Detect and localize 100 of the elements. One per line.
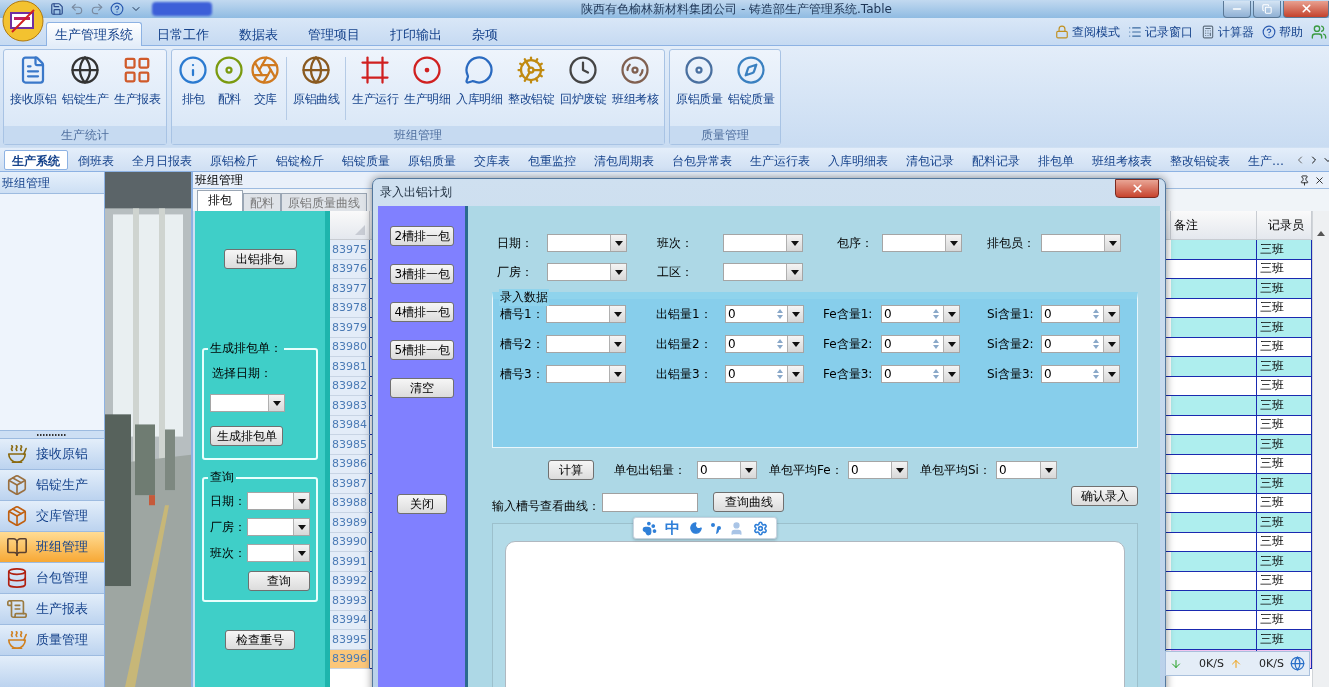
column-header[interactable]: 备注 [1171, 211, 1257, 240]
action-button[interactable]: 3槽排一包 [389, 264, 454, 284]
close-icon[interactable] [1314, 174, 1325, 186]
document-tab[interactable]: 包重监控 [520, 149, 584, 170]
moon-icon[interactable] [688, 521, 703, 535]
document-tab[interactable]: 生产系统 [4, 149, 68, 170]
action-button[interactable]: 清空 [389, 378, 454, 398]
toolbar-link[interactable]: 计算器 [1218, 23, 1254, 41]
row-number-cell[interactable]: 83992 [330, 571, 370, 591]
document-tab[interactable]: 清包记录 [898, 149, 962, 170]
document-tab[interactable]: 全月日报表 [124, 149, 200, 170]
dropdown-field[interactable] [210, 394, 285, 412]
ribbon-button[interactable]: 生产运行 [349, 53, 401, 110]
spin-field[interactable]: 0 [1041, 335, 1120, 353]
pin-icon[interactable] [1299, 174, 1310, 186]
dropdown-field[interactable] [247, 518, 310, 536]
spin-field[interactable]: 0 [881, 305, 960, 323]
document-tab[interactable]: 交库表 [466, 149, 518, 170]
row-number-cell[interactable]: 83989 [330, 513, 370, 533]
close-button[interactable] [1115, 179, 1159, 198]
grip-icon[interactable] [37, 433, 67, 436]
ribbon-button[interactable]: 回炉废锭 [557, 53, 609, 110]
ribbon-button[interactable]: 原铝质量 [673, 53, 725, 110]
dropdown-field[interactable] [882, 234, 962, 252]
logo-icon[interactable] [2, 0, 44, 42]
action-button[interactable]: 4槽排一包 [389, 302, 454, 322]
row-number-cell[interactable]: 83986 [330, 454, 370, 474]
document-tab[interactable]: 排包单 [1030, 149, 1082, 170]
check-button[interactable]: 检查重号 [225, 630, 295, 650]
ribbon-button[interactable]: 交库 [247, 53, 283, 110]
redo-icon[interactable] [90, 2, 104, 16]
document-tab[interactable]: 入库明细表 [820, 149, 896, 170]
ribbon-tab[interactable]: 数据表 [224, 22, 293, 46]
scroll-up-icon[interactable] [1317, 231, 1325, 236]
paw-icon[interactable] [642, 520, 658, 536]
row-number-cell[interactable]: 83995 [330, 630, 370, 650]
row-number-cell[interactable]: 83990 [330, 532, 370, 552]
action-button[interactable]: 2槽排一包 [389, 226, 454, 246]
dropdown-field[interactable]: 0 [848, 461, 908, 479]
settings-icon[interactable] [752, 520, 768, 536]
action-button[interactable]: 5槽排一包 [389, 340, 454, 360]
scrollbar[interactable] [1312, 211, 1329, 687]
ribbon-tab[interactable]: 日常工作 [142, 22, 224, 46]
minimize-button[interactable] [1223, 0, 1251, 18]
row-number-cell[interactable]: 83976 [330, 259, 370, 279]
spin-field[interactable]: 0 [725, 365, 804, 383]
dropdown-field[interactable] [723, 234, 803, 252]
document-tab[interactable]: 班组考核表 [1084, 149, 1160, 170]
spin-field[interactable]: 0 [881, 365, 960, 383]
row-number-cell[interactable]: 83982 [330, 376, 370, 396]
nav-item[interactable]: 班组管理 [0, 531, 104, 562]
ribbon-button[interactable]: 排包 [175, 53, 211, 110]
row-number-cell[interactable]: 83984 [330, 415, 370, 435]
row-number-cell[interactable]: 83991 [330, 552, 370, 572]
toolbar-link[interactable]: 帮助 [1279, 23, 1303, 41]
document-tab[interactable]: 原铝质量 [400, 149, 464, 170]
calculate-button[interactable]: 计算 [548, 460, 594, 480]
ribbon-button[interactable]: 入库明细 [453, 53, 505, 110]
ribbon-tab[interactable]: 管理项目 [293, 22, 375, 46]
row-number-cell[interactable]: 83994 [330, 610, 370, 630]
query-curve-button[interactable]: 查询曲线 [713, 492, 784, 512]
document-tab[interactable]: 原铝检斤 [202, 149, 266, 170]
row-number-cell[interactable]: 83979 [330, 318, 370, 338]
nav-item[interactable]: 台包管理 [0, 562, 104, 593]
document-tab[interactable]: 整改铝锭表 [1162, 149, 1238, 170]
row-number-cell[interactable]: 83988 [330, 493, 370, 513]
row-number-cell[interactable]: 83985 [330, 435, 370, 455]
spin-field[interactable]: 0 [1041, 305, 1120, 323]
undo-icon[interactable] [70, 2, 84, 16]
panel-tab[interactable]: 原铝质量曲线 [281, 193, 367, 211]
ribbon-button[interactable]: 原铝曲线 [290, 53, 342, 110]
punctuation-icon[interactable] [711, 522, 722, 534]
ribbon-button[interactable]: 生产报表 [111, 53, 163, 110]
ribbon-button[interactable]: 配料 [211, 53, 247, 110]
toolbar-link[interactable]: 查阅模式 [1072, 23, 1120, 41]
globe-icon[interactable] [1290, 656, 1305, 671]
close-dialog-button[interactable]: 关闭 [396, 494, 447, 514]
ribbon-button[interactable]: 生产明细 [401, 53, 453, 110]
nav-item[interactable]: 交库管理 [0, 500, 104, 531]
dropdown-field[interactable] [547, 263, 627, 281]
ribbon-button[interactable]: 接收原铝 [7, 53, 59, 110]
document-tab[interactable]: 生产运行表 [742, 149, 818, 170]
nav-item[interactable]: 生产报表 [0, 593, 104, 624]
dropdown-field[interactable] [546, 305, 626, 323]
ribbon-button[interactable]: 整改铝锭 [505, 53, 557, 110]
save-icon[interactable] [50, 2, 64, 16]
row-number-cell[interactable]: 83987 [330, 474, 370, 494]
row-number-cell[interactable]: 83978 [330, 298, 370, 318]
document-tab[interactable]: 清包周期表 [586, 149, 662, 170]
spin-field[interactable]: 0 [725, 305, 804, 323]
generate-button[interactable]: 生成排包单 [210, 426, 283, 446]
dropdown-field[interactable] [546, 365, 626, 383]
document-tab[interactable]: 台包异常表 [664, 149, 740, 170]
row-number-cell[interactable]: 83975 [330, 240, 370, 260]
spin-field[interactable]: 0 [1041, 365, 1120, 383]
input-mode-toggle[interactable]: 中 [665, 518, 681, 538]
query-button[interactable]: 查询 [248, 571, 310, 591]
row-number-cell[interactable]: 83980 [330, 337, 370, 357]
document-tab[interactable]: 生产… [1240, 149, 1292, 170]
ribbon-tab[interactable]: 杂项 [457, 22, 513, 46]
